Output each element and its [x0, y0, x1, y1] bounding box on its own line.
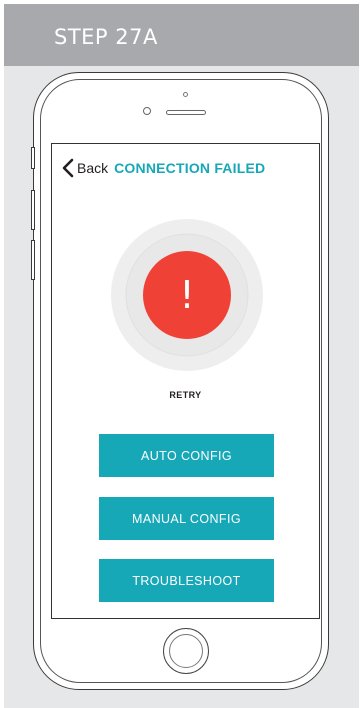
phone-screen: Back CONNECTION FAILED ! RETRY AUTO CONF…: [51, 143, 320, 619]
volume-up-button: [31, 190, 35, 230]
back-button[interactable]: Back: [61, 158, 108, 178]
step-header: STEP 27A: [4, 4, 359, 66]
troubleshoot-button[interactable]: TROUBLESHOOT: [99, 559, 274, 602]
earpiece-speaker: [166, 110, 206, 115]
exclamation-icon: !: [179, 273, 194, 317]
retry-button[interactable]: RETRY: [52, 390, 319, 400]
chevron-left-icon: [62, 158, 74, 178]
volume-down-button: [31, 240, 35, 280]
nav-bar: Back CONNECTION FAILED: [61, 156, 265, 180]
connection-failed-graphic: !: [111, 219, 263, 371]
home-button-ring: [169, 634, 203, 668]
home-button[interactable]: [163, 628, 209, 674]
proximity-sensor: [183, 92, 188, 97]
front-camera: [143, 107, 151, 115]
manual-config-button[interactable]: MANUAL CONFIG: [99, 497, 274, 540]
page-title: CONNECTION FAILED: [114, 160, 266, 176]
back-label: Back: [77, 160, 109, 176]
auto-config-button[interactable]: AUTO CONFIG: [99, 434, 274, 477]
step-title: STEP 27A: [54, 25, 158, 49]
mute-switch: [31, 147, 35, 169]
